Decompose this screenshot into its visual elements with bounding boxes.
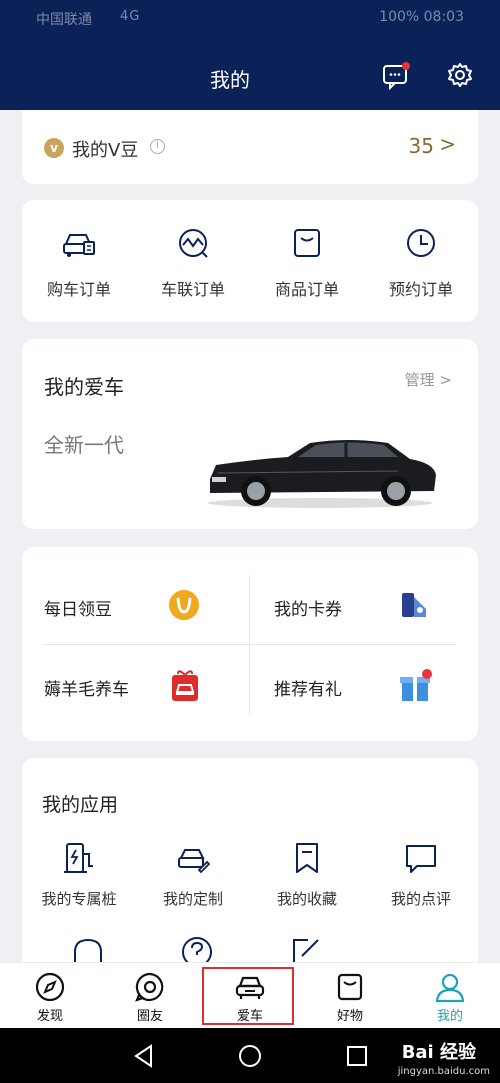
order-car-purchase[interactable]: 购车订单	[22, 200, 136, 322]
divider	[249, 575, 250, 715]
bag-icon	[337, 973, 363, 1001]
compass-icon	[35, 972, 65, 1002]
chat-circle-icon	[135, 972, 164, 1002]
app-favorites[interactable]: 我的收藏	[250, 840, 364, 930]
watermark-url: jingyan.baidu.com	[397, 1066, 490, 1077]
app-charging-pile[interactable]: 我的专属桩	[22, 840, 136, 930]
order-label: 商品订单	[274, 280, 339, 299]
help-icon[interactable]	[179, 934, 215, 962]
highlight-box	[202, 967, 294, 1025]
perks-card: 每日领豆 我的卡券 薅羊毛养车 推荐有礼	[22, 547, 478, 741]
perk-daily-beans[interactable]: 每日领豆	[44, 577, 244, 637]
tab-label: 好物	[336, 1009, 363, 1024]
car-order-icon	[63, 234, 95, 257]
perk-referral[interactable]: 推荐有礼	[274, 657, 474, 717]
tab-label: 圈友	[136, 1009, 163, 1024]
app-reviews[interactable]: 我的点评	[364, 840, 478, 930]
perk-label: 我的卡券	[274, 600, 342, 620]
app-label: 我的定制	[162, 890, 223, 908]
status-bar: 中国联通 4G 100% 08:03	[0, 0, 500, 36]
app-label: 我的专属桩	[41, 890, 117, 908]
perk-label: 薅羊毛养车	[44, 680, 129, 700]
apps-title: 我的应用	[42, 794, 119, 816]
gear-icon[interactable]	[447, 62, 473, 88]
app-label: 我的收藏	[276, 890, 337, 908]
order-connected[interactable]: 车联订单	[136, 200, 250, 322]
car-edit-icon	[178, 849, 211, 874]
tab-friends[interactable]: 圈友	[100, 963, 200, 1029]
order-label: 预约订单	[388, 280, 453, 299]
clock-icon	[407, 229, 435, 257]
my-car-title: 我的爱车	[44, 375, 124, 399]
coupon-icon	[402, 593, 426, 617]
tab-mine[interactable]: 我的	[400, 963, 500, 1029]
tab-discover[interactable]: 发现	[0, 963, 100, 1029]
chevron-right-icon: >	[439, 132, 456, 156]
comment-icon	[406, 845, 436, 873]
connected-car-icon	[179, 229, 208, 258]
carrier-label: 中国联通	[36, 12, 92, 28]
v-coin-icon	[169, 590, 199, 620]
manage-link[interactable]: 管理 >	[405, 369, 452, 390]
time-label: 08:03	[423, 9, 464, 25]
back-icon[interactable]	[131, 1043, 157, 1069]
tab-label: 发现	[36, 1009, 63, 1024]
car-image[interactable]	[198, 429, 438, 511]
system-nav-bar: Bai 经验 jingyan.baidu.com	[0, 1028, 500, 1083]
vdou-coin-icon: v	[44, 138, 64, 158]
bookmark-icon	[296, 843, 318, 873]
gift-box-icon	[400, 669, 432, 701]
vdou-card[interactable]: v 我的V豆 i 35 >	[22, 110, 478, 184]
orders-card: 购车订单 车联订单 商品订单 预约订单	[22, 200, 478, 322]
divider	[44, 644, 456, 645]
perk-label: 每日领豆	[44, 600, 112, 620]
vdou-label: 我的V豆	[72, 140, 139, 161]
perk-car-care[interactable]: 薅羊毛养车	[44, 657, 244, 717]
home-icon[interactable]	[237, 1043, 263, 1069]
car-model-name: 全新一代	[44, 433, 124, 457]
message-icon[interactable]	[382, 62, 410, 90]
charging-pile-icon	[64, 843, 93, 873]
perk-coupons[interactable]: 我的卡券	[274, 577, 474, 637]
app-label: 我的点评	[390, 890, 451, 908]
headset-icon[interactable]	[70, 936, 106, 962]
app-header: 我的	[0, 36, 500, 110]
signal-label: 4G	[120, 9, 141, 24]
user-icon	[435, 973, 465, 1003]
info-icon[interactable]: i	[150, 139, 165, 154]
perk-label: 推荐有礼	[274, 680, 342, 700]
my-car-card: 我的爱车 管理 > 全新一代	[22, 339, 478, 529]
watermark-brand: Bai 经验	[401, 1042, 476, 1063]
tab-label: 我的	[436, 1009, 463, 1024]
order-goods[interactable]: 商品订单	[250, 200, 364, 322]
tab-goods[interactable]: 好物	[300, 963, 400, 1029]
order-label: 车联订单	[160, 280, 225, 299]
app-customize[interactable]: 我的定制	[136, 840, 250, 930]
shopping-bag-icon	[294, 229, 320, 257]
vdou-count: 35	[408, 134, 434, 158]
order-appointment[interactable]: 预约订单	[364, 200, 478, 322]
gift-car-icon	[172, 670, 198, 701]
order-label: 购车订单	[46, 280, 111, 299]
edit-icon[interactable]	[288, 936, 324, 962]
battery-label: 100%	[379, 9, 420, 25]
recents-icon[interactable]	[344, 1043, 370, 1069]
status-right: 100% 08:03	[379, 9, 464, 25]
